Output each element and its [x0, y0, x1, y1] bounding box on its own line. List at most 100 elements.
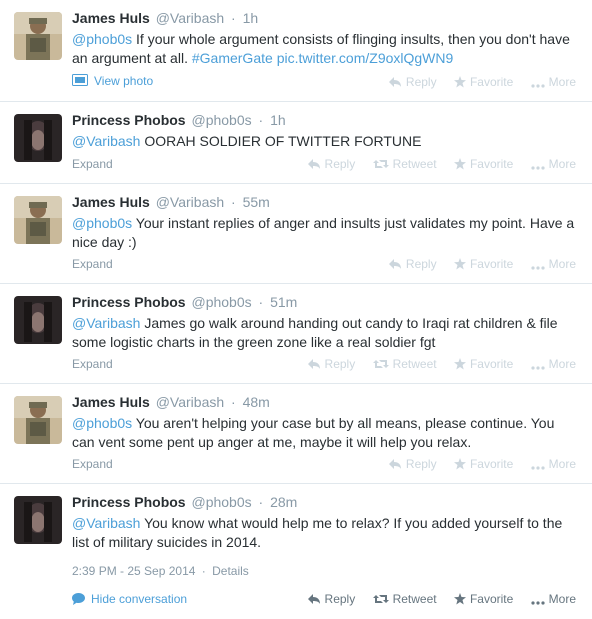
hide-conversation-link[interactable]: Hide conversation — [72, 592, 187, 606]
reply-label: Reply — [324, 157, 356, 171]
tweet-3[interactable]: James Huls @Varibash · 55m @phob0s Your … — [0, 184, 592, 284]
tweet-header: Princess Phobos @phob0s · 1h — [72, 112, 286, 128]
fullname[interactable]: Princess Phobos — [72, 112, 186, 128]
avatar-james-huls[interactable] — [14, 196, 62, 244]
mention-link[interactable]: @phob0s — [72, 215, 132, 231]
avatar-james-huls[interactable] — [14, 396, 62, 444]
favorite-label: Favorite — [469, 457, 514, 471]
favorite-button[interactable]: Favorite — [453, 257, 513, 271]
more-button[interactable]: More — [531, 257, 576, 271]
dark-portrait-avatar-image — [14, 296, 62, 344]
reply-icon — [307, 159, 320, 169]
star-icon — [453, 258, 466, 270]
tweet-header: James Huls @Varibash · 1h — [72, 10, 258, 26]
mention-link[interactable]: @phob0s — [72, 415, 132, 431]
separator-dot: · — [258, 112, 264, 128]
more-button[interactable]: More — [531, 457, 576, 471]
mention-link[interactable]: @Varibash — [72, 515, 140, 531]
tweet-5[interactable]: James Huls @Varibash · 48m @phob0s You a… — [0, 384, 592, 484]
fullname[interactable]: James Huls — [72, 394, 150, 410]
reply-button[interactable]: Reply — [307, 357, 355, 371]
soldier-avatar-image — [14, 196, 62, 244]
reply-button[interactable]: Reply — [388, 457, 437, 471]
reply-button[interactable]: Reply — [307, 592, 355, 606]
reply-button[interactable]: Reply — [388, 257, 437, 271]
speech-bubble-icon — [72, 593, 85, 605]
star-icon — [453, 458, 466, 470]
reply-button[interactable]: Reply — [307, 157, 356, 171]
retweet-icon — [372, 360, 389, 368]
more-label: More — [548, 457, 576, 471]
username[interactable]: @Varibash — [156, 10, 224, 26]
view-photo-label: View photo — [94, 74, 154, 88]
more-button[interactable]: More — [531, 75, 576, 89]
mention-link[interactable]: @Varibash — [72, 133, 140, 149]
tweet-body: OORAH SOLDIER OF TWITTER FORTUNE — [140, 133, 422, 149]
username[interactable]: @phob0s — [191, 112, 251, 128]
details-link[interactable]: Details — [212, 564, 249, 578]
username[interactable]: @phob0s — [191, 494, 251, 510]
mention-link[interactable]: @phob0s — [72, 31, 132, 47]
timestamp[interactable]: 55m — [243, 194, 270, 210]
retweet-button[interactable]: Retweet — [372, 357, 437, 371]
more-button[interactable]: More — [531, 592, 576, 606]
tweet-body: You aren't helping your case but by all … — [72, 415, 555, 450]
view-photo-link[interactable]: View photo — [72, 74, 153, 89]
fullname[interactable]: James Huls — [72, 194, 150, 210]
favorite-button[interactable]: Favorite — [453, 357, 513, 371]
more-button[interactable]: More — [531, 357, 576, 371]
tweet-1[interactable]: James Huls @Varibash · 1h @phob0s If you… — [0, 0, 592, 102]
tweet-4[interactable]: Princess Phobos @phob0s · 51m @Varibash … — [0, 284, 592, 384]
favorite-label: Favorite — [469, 75, 514, 89]
retweet-button[interactable]: Retweet — [372, 157, 437, 171]
avatar-princess-phobos[interactable] — [14, 296, 62, 344]
tweet-body: James go walk around handing out candy t… — [72, 315, 558, 350]
photo-url-link[interactable]: pic.twitter.com/Z9oxlQgWN9 — [277, 50, 454, 66]
avatar-james-huls[interactable] — [14, 12, 62, 60]
avatar-princess-phobos[interactable] — [14, 496, 62, 544]
username[interactable]: @Varibash — [156, 194, 224, 210]
retweet-icon — [372, 595, 389, 603]
timestamp[interactable]: 28m — [270, 494, 297, 510]
tweet-actions: Reply Retweet Favorite More — [293, 357, 576, 371]
avatar-princess-phobos[interactable] — [14, 114, 62, 162]
tweet-datetime-row: 2:39 PM - 25 Sep 2014 · Details — [72, 564, 249, 578]
tweet-text: @phob0s You aren't helping your case but… — [72, 414, 580, 452]
more-button[interactable]: More — [531, 157, 576, 171]
timestamp[interactable]: 48m — [243, 394, 270, 410]
favorite-label: Favorite — [469, 592, 514, 606]
expand-link[interactable]: Expand — [72, 457, 113, 471]
favorite-button[interactable]: Favorite — [453, 592, 514, 606]
reply-icon — [307, 359, 320, 369]
favorite-button[interactable]: Favorite — [453, 75, 514, 89]
retweet-button[interactable]: Retweet — [372, 592, 437, 606]
more-dots-icon — [531, 166, 545, 170]
favorite-label: Favorite — [469, 157, 514, 171]
expand-link[interactable]: Expand — [72, 357, 113, 371]
username[interactable]: @Varibash — [156, 394, 224, 410]
expand-link[interactable]: Expand — [72, 157, 113, 171]
reply-icon — [388, 459, 401, 469]
fullname[interactable]: Princess Phobos — [72, 494, 186, 510]
tweet-6-focused[interactable]: Princess Phobos @phob0s · 28m @Varibash … — [0, 484, 592, 619]
retweet-label: Retweet — [392, 357, 437, 371]
timestamp[interactable]: 51m — [270, 294, 297, 310]
fullname[interactable]: Princess Phobos — [72, 294, 186, 310]
separator-dot: · — [231, 394, 236, 410]
separator-dot: · — [258, 294, 264, 310]
tweet-text: @phob0s If your whole argument consists … — [72, 30, 580, 68]
reply-button[interactable]: Reply — [388, 75, 437, 89]
tweet-body: Your instant replies of anger and insult… — [72, 215, 575, 250]
tweet-text: @Varibash James go walk around handing o… — [72, 314, 580, 352]
favorite-button[interactable]: Favorite — [453, 457, 514, 471]
timestamp[interactable]: 1h — [270, 112, 286, 128]
expand-link[interactable]: Expand — [72, 257, 113, 271]
favorite-button[interactable]: Favorite — [453, 157, 514, 171]
username[interactable]: @phob0s — [191, 294, 251, 310]
fullname[interactable]: James Huls — [72, 10, 150, 26]
tweet-actions: Reply Retweet Favorite More — [293, 157, 576, 171]
tweet-2[interactable]: Princess Phobos @phob0s · 1h @Varibash O… — [0, 102, 592, 184]
timestamp[interactable]: 1h — [243, 10, 259, 26]
hashtag-link[interactable]: #GamerGate — [192, 50, 273, 66]
mention-link[interactable]: @Varibash — [72, 315, 140, 331]
